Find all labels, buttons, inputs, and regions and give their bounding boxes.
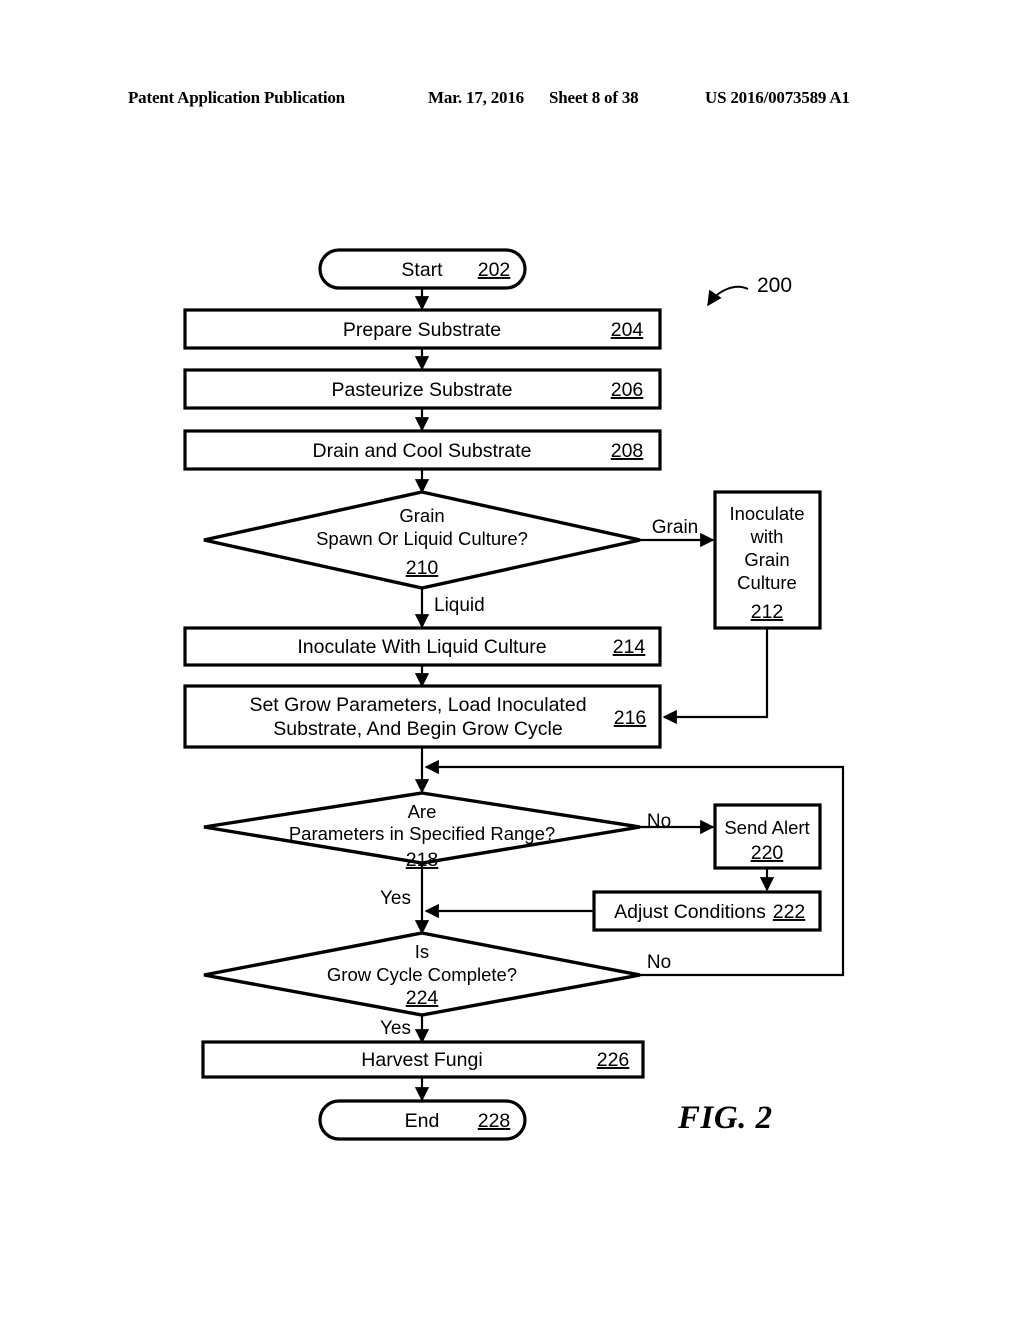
node-224-ref: 224 bbox=[406, 987, 439, 1009]
node-220-label: Send Alert bbox=[724, 817, 809, 838]
node-pasteurize-substrate-206[interactable]: Pasteurize Substrate 206 bbox=[183, 368, 662, 410]
node-224-label-line1: Is bbox=[415, 941, 429, 962]
edge-label-yes-218: Yes bbox=[380, 888, 411, 909]
node-208-ref: 208 bbox=[611, 440, 644, 462]
node-210-label-line2: Spawn Or Liquid Culture? bbox=[316, 528, 528, 549]
node-start-202[interactable]: Start 202 bbox=[318, 248, 527, 290]
node-212-label-line2: with bbox=[750, 526, 784, 547]
node-206-label: Pasteurize Substrate bbox=[331, 379, 512, 401]
node-decision-grow-cycle-complete-224[interactable]: Is Grow Cycle Complete? 224 bbox=[203, 931, 641, 1017]
edge-label-liquid: Liquid bbox=[434, 595, 485, 616]
node-224-label-line2: Grow Cycle Complete? bbox=[327, 964, 517, 985]
node-202-label: Start bbox=[401, 259, 443, 281]
flowchart-diagram: 200 Start 202 Prepare Substrate 204 Past… bbox=[183, 248, 845, 1141]
node-218-label-line2: Parameters in Specified Range? bbox=[289, 823, 555, 844]
node-228-ref: 228 bbox=[478, 1110, 511, 1132]
node-204-label: Prepare Substrate bbox=[343, 319, 501, 341]
node-212-label-line4: Culture bbox=[737, 572, 797, 593]
edge-label-no-218: No bbox=[647, 811, 671, 832]
node-send-alert-220[interactable]: Send Alert 220 bbox=[713, 803, 822, 870]
node-216-label-line1: Set Grow Parameters, Load Inoculated bbox=[249, 694, 586, 716]
node-212-label-line1: Inoculate bbox=[729, 503, 804, 524]
figure-caption: FIG. 2 bbox=[678, 1100, 773, 1136]
diagram-reference-leader bbox=[707, 285, 749, 307]
node-202-ref: 202 bbox=[478, 259, 511, 281]
node-210-label-line1: Grain bbox=[399, 505, 444, 526]
node-214-ref: 214 bbox=[613, 636, 646, 658]
node-adjust-conditions-222[interactable]: Adjust Conditions 222 bbox=[592, 890, 822, 932]
node-228-label: End bbox=[405, 1110, 440, 1132]
node-216-ref: 216 bbox=[614, 707, 647, 729]
node-inoculate-liquid-culture-214[interactable]: Inoculate With Liquid Culture 214 bbox=[183, 626, 662, 667]
edge-label-no-224: No bbox=[647, 952, 671, 973]
node-harvest-fungi-226[interactable]: Harvest Fungi 226 bbox=[201, 1040, 645, 1079]
node-204-ref: 204 bbox=[611, 319, 644, 341]
node-prepare-substrate-204[interactable]: Prepare Substrate 204 bbox=[183, 308, 662, 350]
connector-224-no-feedback-loop bbox=[424, 759, 845, 977]
node-212-ref: 212 bbox=[751, 601, 784, 623]
node-218-ref: 218 bbox=[406, 849, 439, 871]
patent-figure-page: Patent Application Publication Mar. 17, … bbox=[0, 0, 1024, 1320]
node-drain-cool-substrate-208[interactable]: Drain and Cool Substrate 208 bbox=[183, 429, 662, 471]
node-208-label: Drain and Cool Substrate bbox=[313, 440, 532, 462]
node-set-grow-parameters-216[interactable]: Set Grow Parameters, Load Inoculated Sub… bbox=[183, 684, 662, 749]
node-decision-culture-type-210[interactable]: Grain Spawn Or Liquid Culture? 210 bbox=[203, 490, 641, 590]
edge-label-grain: Grain bbox=[652, 517, 698, 538]
edge-label-yes-224: Yes bbox=[380, 1018, 411, 1039]
node-end-228[interactable]: End 228 bbox=[318, 1099, 527, 1141]
node-222-label: Adjust Conditions bbox=[614, 901, 766, 923]
node-226-ref: 226 bbox=[597, 1049, 630, 1071]
diagram-reference-label: 200 bbox=[757, 274, 792, 297]
node-218-label-line1: Are bbox=[408, 801, 437, 822]
node-206-ref: 206 bbox=[611, 379, 644, 401]
node-decision-parameters-range-218[interactable]: Are Parameters in Specified Range? 218 bbox=[203, 791, 641, 871]
node-220-ref: 220 bbox=[751, 842, 784, 864]
node-210-ref: 210 bbox=[406, 557, 439, 579]
connector-212-to-216 bbox=[662, 628, 769, 725]
node-214-label: Inoculate With Liquid Culture bbox=[297, 636, 546, 658]
node-inoculate-grain-culture-212[interactable]: Inoculate with Grain Culture 212 bbox=[713, 490, 822, 630]
node-212-label-line3: Grain bbox=[744, 549, 789, 570]
node-216-label-line2: Substrate, And Begin Grow Cycle bbox=[273, 718, 562, 740]
node-222-ref: 222 bbox=[773, 901, 806, 923]
node-226-label: Harvest Fungi bbox=[361, 1049, 482, 1071]
